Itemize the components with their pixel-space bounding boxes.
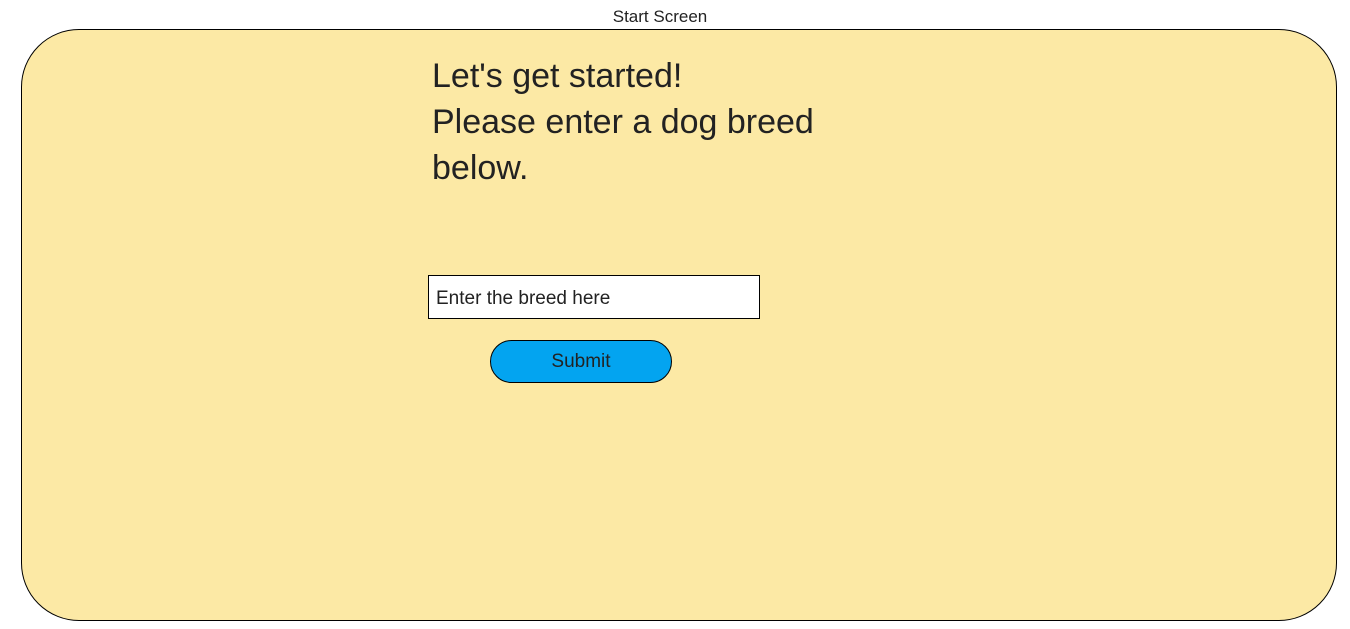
- heading-line-3: below.: [432, 149, 529, 187]
- page-heading: Let's get started! Please enter a dog br…: [432, 53, 852, 191]
- heading-line-2: Please enter a dog breed: [432, 103, 814, 141]
- heading-line-1: Let's get started!: [432, 57, 683, 95]
- screen-title: Start Screen: [612, 7, 708, 26]
- submit-button[interactable]: Submit: [490, 340, 672, 383]
- breed-input[interactable]: [428, 275, 760, 319]
